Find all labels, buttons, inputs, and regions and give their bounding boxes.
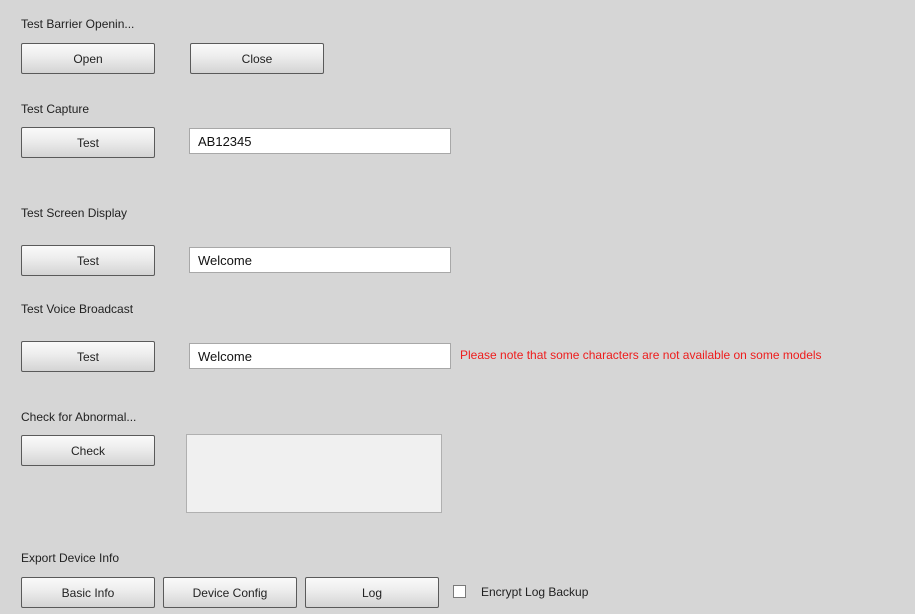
barrier-section-label: Test Barrier Openin...: [21, 17, 135, 31]
test-voice-broadcast-button-label: Test: [76, 349, 99, 364]
test-screen-display-button[interactable]: Test: [21, 245, 155, 276]
voice-broadcast-warning-note: Please note that some characters are not…: [460, 348, 822, 362]
screen-display-section-label: Test Screen Display: [21, 206, 128, 220]
close-barrier-button-label: Close: [241, 51, 273, 66]
check-abnormal-button[interactable]: Check: [21, 435, 155, 466]
open-barrier-button[interactable]: Open: [21, 43, 155, 74]
voice-broadcast-section-label: Test Voice Broadcast: [21, 302, 134, 316]
test-screen-display-button-label: Test: [76, 253, 99, 268]
capture-plate-input[interactable]: [189, 128, 451, 154]
export-section-label: Export Device Info: [21, 551, 120, 565]
basic-info-button-label: Basic Info: [61, 585, 115, 600]
close-barrier-button[interactable]: Close: [190, 43, 324, 74]
capture-section-label: Test Capture: [21, 102, 90, 116]
check-abnormal-button-label: Check: [70, 443, 105, 458]
abnormal-result-box[interactable]: [186, 434, 442, 513]
test-capture-button-label: Test: [76, 135, 99, 150]
basic-info-button[interactable]: Basic Info: [21, 577, 155, 608]
test-voice-broadcast-button[interactable]: Test: [21, 341, 155, 372]
log-button-label: Log: [361, 585, 383, 600]
device-config-button[interactable]: Device Config: [163, 577, 297, 608]
open-barrier-button-label: Open: [73, 51, 103, 66]
encrypt-log-backup-label: Encrypt Log Backup: [481, 585, 589, 599]
voice-broadcast-text-input[interactable]: [189, 343, 451, 369]
encrypt-log-backup-checkbox[interactable]: [453, 585, 466, 598]
test-capture-button[interactable]: Test: [21, 127, 155, 158]
abnormal-section-label: Check for Abnormal...: [21, 410, 137, 424]
log-button[interactable]: Log: [305, 577, 439, 608]
device-config-button-label: Device Config: [192, 585, 268, 600]
screen-display-text-input[interactable]: [189, 247, 451, 273]
